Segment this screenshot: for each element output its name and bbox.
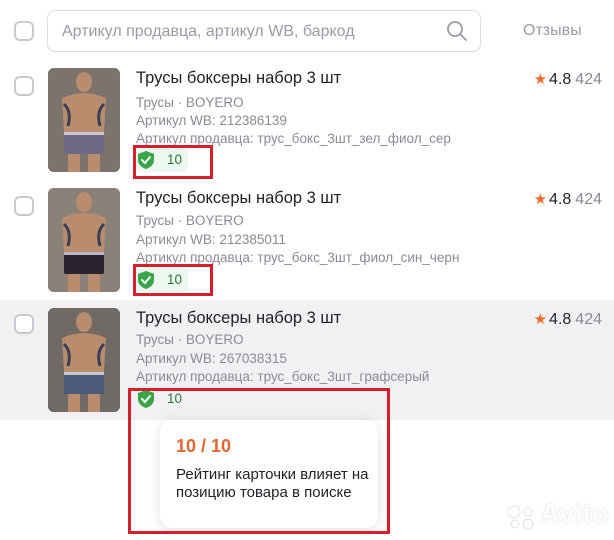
product-rating: ★ 4.8 424 — [534, 70, 602, 89]
wb-article: Артикул WB: 212386139 — [136, 113, 287, 128]
row-checkbox[interactable] — [14, 314, 34, 334]
search-input[interactable]: Артикул продавца, артикул WB, баркод — [47, 10, 481, 52]
reviews-count[interactable]: 424 — [575, 311, 602, 328]
product-rating: ★ 4.8 424 — [534, 190, 602, 209]
product-category: Трусы · BOYERO — [136, 213, 244, 228]
row-checkbox[interactable] — [14, 196, 34, 216]
highlight-box — [128, 388, 390, 534]
rating-value: 4.8 — [549, 71, 572, 88]
product-rating: ★ 4.8 424 — [534, 310, 602, 329]
highlight-box — [133, 264, 213, 296]
seller-article: Артикул продавца: трус_бокс_3шт_графсеры… — [136, 369, 430, 384]
star-icon: ★ — [533, 311, 548, 328]
reviews-count[interactable]: 424 — [575, 71, 602, 88]
reviews-column-header[interactable]: Отзывы — [523, 22, 582, 40]
product-image[interactable] — [48, 188, 120, 292]
table-header: Артикул продавца, артикул WB, баркод Отз… — [0, 0, 614, 62]
row-checkbox[interactable] — [14, 76, 34, 96]
highlight-box — [133, 145, 213, 179]
product-image[interactable] — [48, 308, 120, 412]
avito-watermark: Avito — [504, 498, 610, 536]
table-row[interactable]: Трусы боксеры набор 3 шт Трусы · BOYERO … — [0, 60, 614, 180]
product-category: Трусы · BOYERO — [136, 332, 244, 347]
product-category: Трусы · BOYERO — [136, 95, 244, 110]
avito-logo-icon — [507, 505, 534, 530]
reviews-count[interactable]: 424 — [575, 191, 602, 208]
product-image[interactable] — [48, 68, 120, 172]
select-all-checkbox[interactable] — [14, 21, 34, 41]
table-row[interactable]: Трусы боксеры набор 3 шт Трусы · BOYERO … — [0, 180, 614, 300]
search-icon[interactable] — [446, 20, 468, 42]
product-title[interactable]: Трусы боксеры набор 3 шт — [136, 309, 341, 328]
star-icon: ★ — [533, 71, 548, 88]
rating-value: 4.8 — [549, 311, 572, 328]
watermark-text: Avito — [540, 498, 609, 529]
wb-article: Артикул WB: 267038315 — [136, 351, 287, 366]
product-title[interactable]: Трусы боксеры набор 3 шт — [136, 69, 341, 88]
search-placeholder: Артикул продавца, артикул WB, баркод — [62, 23, 355, 40]
rating-value: 4.8 — [549, 191, 572, 208]
wb-article: Артикул WB: 212385011 — [136, 232, 286, 247]
seller-article: Артикул продавца: трус_бокс_3шт_зел_фиол… — [136, 131, 451, 146]
star-icon: ★ — [533, 191, 548, 208]
product-title[interactable]: Трусы боксеры набор 3 шт — [136, 189, 341, 208]
seller-article: Артикул продавца: трус_бокс_3шт_фиол_син… — [136, 250, 460, 265]
